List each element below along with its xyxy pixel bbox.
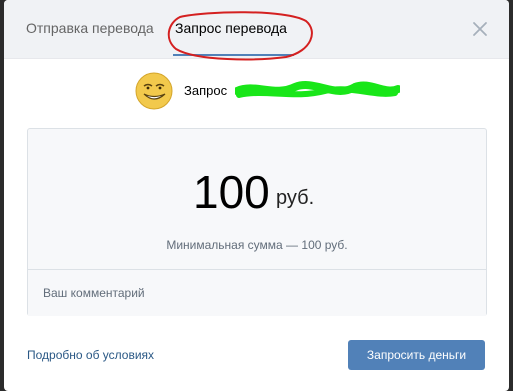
close-icon[interactable]	[471, 20, 489, 38]
money-transfer-modal: Отправка перевода Запрос перевода Запрос…	[4, 0, 509, 391]
amount-currency: руб.	[276, 187, 315, 209]
tab-send-transfer[interactable]: Отправка перевода	[26, 20, 154, 36]
comment-field[interactable]: Ваш комментарий	[28, 269, 486, 316]
amount-box: 100 руб. Минимальная сумма — 100 руб. Ва…	[27, 128, 487, 316]
modal-header: Отправка перевода Запрос перевода	[4, 0, 509, 61]
minimum-sum-hint: Минимальная сумма — 100 руб.	[166, 238, 348, 252]
active-tab-underline	[173, 54, 294, 56]
tab-request-transfer[interactable]: Запрос перевода	[175, 20, 287, 36]
redaction-scribble	[235, 81, 400, 98]
trollface-icon	[135, 72, 173, 110]
recipient-label: Запрос	[184, 83, 228, 98]
request-money-button[interactable]: Запросить деньги	[348, 340, 485, 370]
comment-placeholder: Ваш комментарий	[43, 286, 145, 300]
terms-link[interactable]: Подробно об условиях	[27, 348, 154, 362]
amount-value[interactable]: 100	[193, 165, 270, 219]
